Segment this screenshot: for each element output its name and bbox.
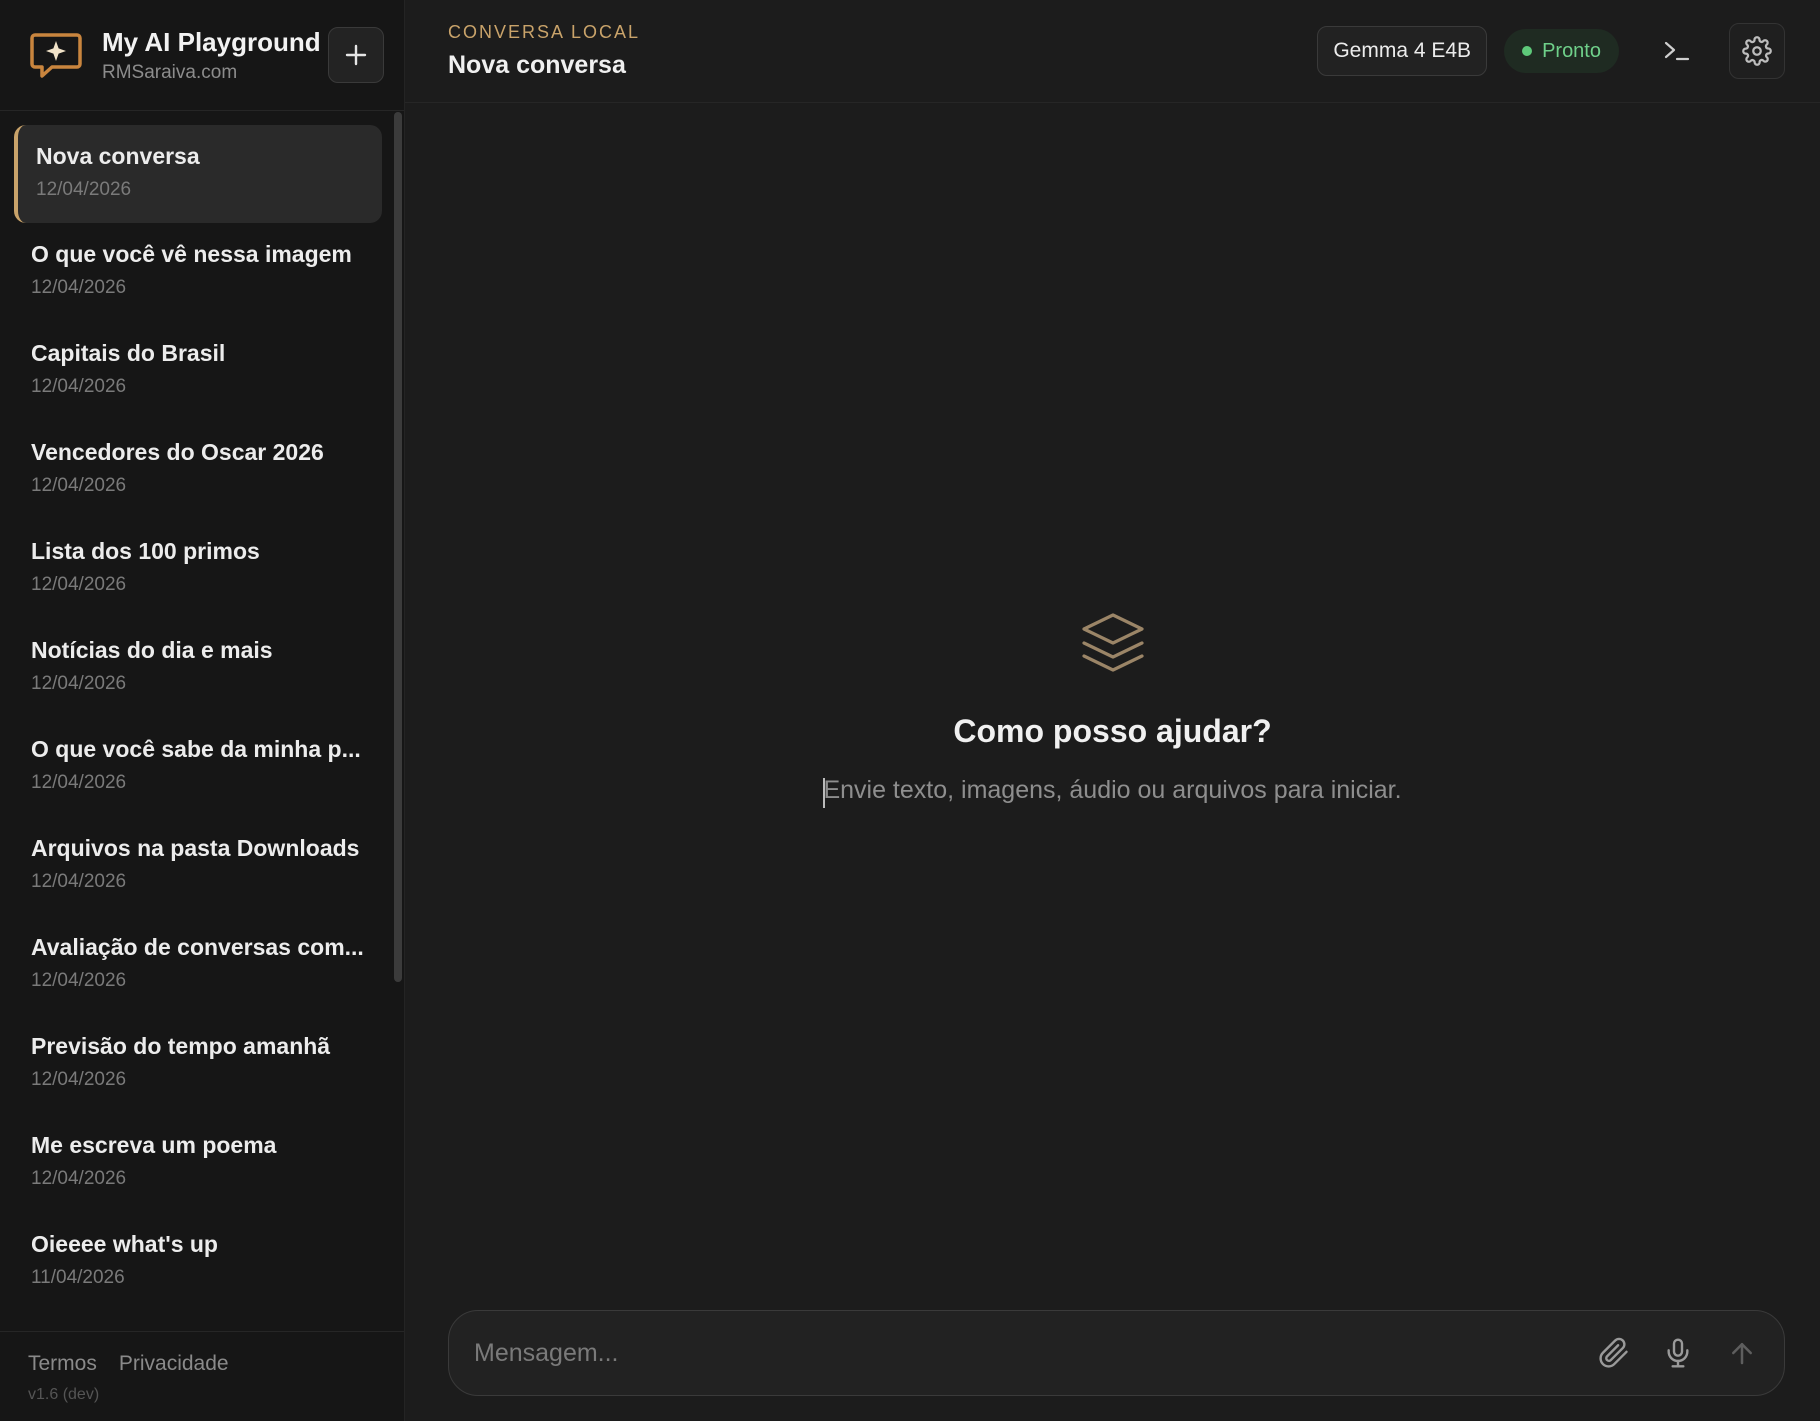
conversation-item[interactable]: O que você vê nessa imagem 12/04/2026 [14, 223, 382, 322]
conversation-type-label: CONVERSA LOCAL [448, 22, 641, 42]
conversation-date: 12/04/2026 [31, 970, 127, 991]
conversation-date: 12/04/2026 [31, 1069, 127, 1090]
gear-icon [1742, 36, 1772, 66]
topbar: CONVERSA LOCAL Nova conversa Gemma 4 E4B… [405, 0, 1820, 103]
page-title: Nova conversa [448, 51, 626, 79]
conversation-date: 12/04/2026 [31, 376, 127, 397]
paperclip-icon [1599, 1337, 1628, 1368]
terminal-icon [1664, 41, 1690, 61]
conversation-title: Nova conversa [36, 143, 200, 169]
conversation-item[interactable]: Nova conversa 12/04/2026 [14, 125, 382, 223]
conversation-date: 12/04/2026 [31, 1168, 127, 1189]
conversation-title: Previsão do tempo amanhã [31, 1033, 331, 1059]
attach-button[interactable] [1596, 1335, 1632, 1371]
conversation-item[interactable]: Previsão do tempo amanhã 12/04/2026 [14, 1015, 382, 1114]
conversation-item[interactable]: Vencedores do Oscar 2026 12/04/2026 [14, 421, 382, 520]
main-panel: CONVERSA LOCAL Nova conversa Gemma 4 E4B… [405, 0, 1820, 1421]
sidebar-header: My AI Playground RMSaraiva.com [0, 0, 404, 111]
sidebar-footer: Termos Privacidade v1.6 (dev) [0, 1331, 404, 1421]
footer-links: Termos Privacidade [28, 1352, 404, 1376]
welcome-subtitle: Envie texto, imagens, áudio ou arquivos … [823, 776, 1402, 808]
brand-subtitle: RMSaraiva.com [102, 62, 238, 83]
welcome-title: Como posso ajudar? [953, 713, 1272, 749]
microphone-icon [1667, 1338, 1689, 1368]
conversation-item[interactable]: Notícias do dia e mais 12/04/2026 [14, 619, 382, 718]
conversation-date: 12/04/2026 [31, 673, 127, 694]
sidebar-scrollbar[interactable] [394, 112, 402, 982]
brand-title: My AI Playground [102, 27, 321, 57]
privacy-link[interactable]: Privacidade [119, 1352, 229, 1376]
terminal-button[interactable] [1649, 23, 1705, 79]
chat-sparkle-logo-icon [30, 33, 82, 78]
conversation-date: 12/04/2026 [31, 574, 127, 595]
conversation-title: Notícias do dia e mais [31, 637, 273, 663]
layers-icon [1081, 613, 1144, 672]
conversation-title: Vencedores do Oscar 2026 [31, 439, 324, 465]
conversation-date: 12/04/2026 [31, 277, 127, 298]
conversation-title: Me escreva um poema [31, 1132, 277, 1158]
brand: My AI Playground RMSaraiva.com [102, 26, 328, 84]
conversation-date: 12/04/2026 [31, 871, 127, 892]
conversation-title: O que você vê nessa imagem [31, 241, 352, 267]
status-text: Pronto [1542, 39, 1601, 62]
microphone-button[interactable] [1660, 1335, 1696, 1371]
send-button[interactable] [1724, 1335, 1760, 1371]
conversation-list: Nova conversa 12/04/2026 O que você vê n… [0, 111, 404, 1331]
conversation-date: 12/04/2026 [36, 179, 132, 200]
conversation-item[interactable]: Capitais do Brasil 12/04/2026 [14, 322, 382, 421]
terms-link[interactable]: Termos [28, 1352, 97, 1376]
conversation-title: Capitais do Brasil [31, 340, 226, 366]
conversation-date: 11/04/2026 [31, 1267, 125, 1288]
conversation-item[interactable]: Oieeee what's up 11/04/2026 [14, 1213, 382, 1312]
conversation-item[interactable]: O que você sabe da minha p... 12/04/2026 [14, 718, 382, 817]
conversation-item[interactable]: Me escreva um poema 12/04/2026 [14, 1114, 382, 1213]
plus-icon [345, 44, 367, 66]
conversation-title: Arquivos na pasta Downloads [31, 835, 360, 861]
conversation-date: 12/04/2026 [31, 772, 127, 793]
new-chat-button[interactable] [328, 27, 384, 83]
status-badge: Pronto [1504, 29, 1619, 73]
arrow-up-icon [1732, 1343, 1752, 1365]
message-composer [448, 1310, 1785, 1396]
conversation-title: O que você sabe da minha p... [31, 736, 361, 762]
conversation-item[interactable]: Arquivos na pasta Downloads 12/04/2026 [14, 817, 382, 916]
version-label: v1.6 (dev) [28, 1386, 100, 1403]
settings-button[interactable] [1729, 23, 1785, 79]
conversation-title: Oieeee what's up [31, 1231, 218, 1257]
message-input[interactable] [474, 1338, 1568, 1368]
conversation-date: 12/04/2026 [31, 475, 127, 496]
sidebar: My AI Playground RMSaraiva.com Nova conv… [0, 0, 405, 1421]
conversation-item[interactable]: Avaliação de conversas com... 12/04/2026 [14, 916, 382, 1015]
conversation-item[interactable]: Lista dos 100 primos 12/04/2026 [14, 520, 382, 619]
welcome-panel: Como posso ajudar? Envie texto, imagens,… [405, 103, 1820, 1421]
conversation-title: Lista dos 100 primos [31, 538, 260, 564]
status-dot-icon [1522, 46, 1533, 56]
conversation-title: Avaliação de conversas com... [31, 934, 364, 960]
model-selector[interactable]: Gemma 4 E4B [1317, 26, 1488, 76]
page-heading: CONVERSA LOCAL Nova conversa [448, 22, 1317, 80]
